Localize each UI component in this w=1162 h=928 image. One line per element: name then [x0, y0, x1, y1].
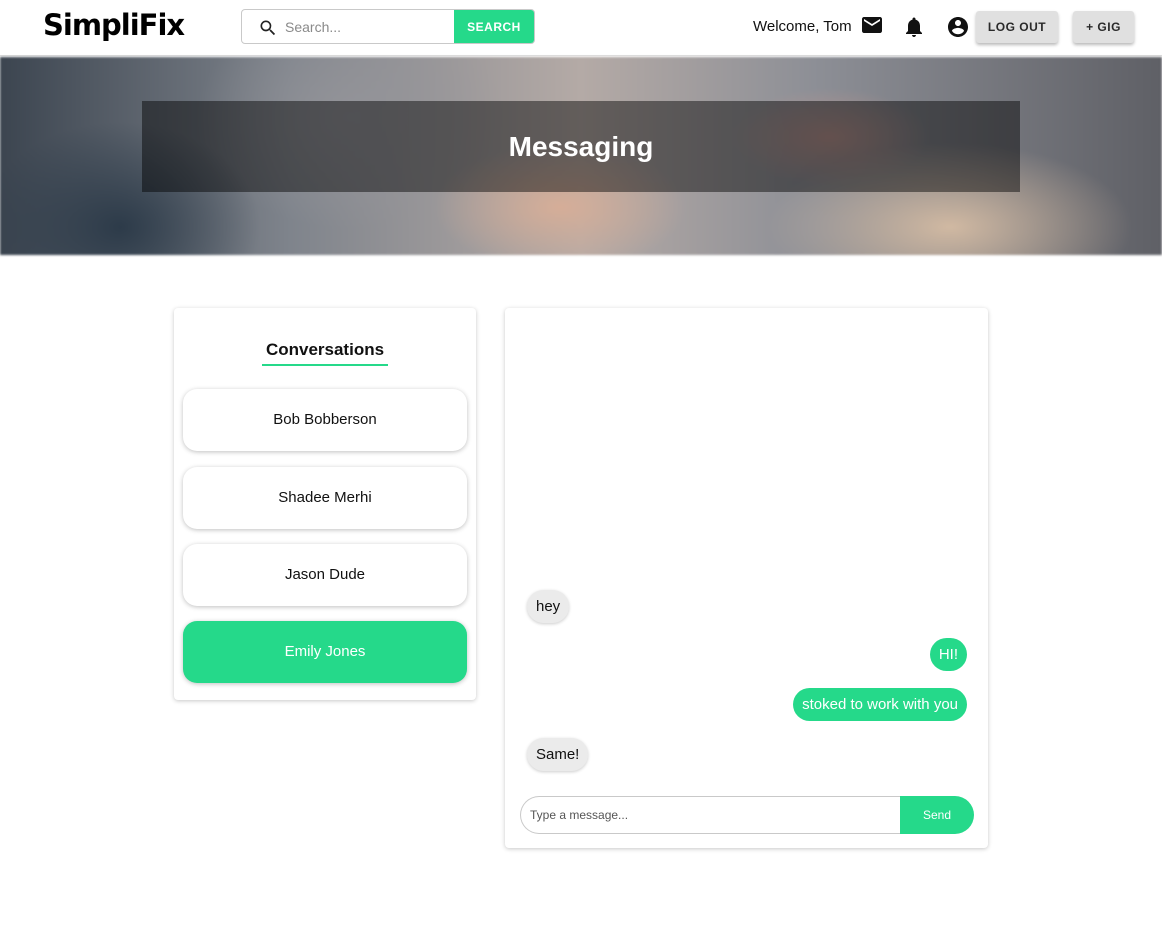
message-bubble-outgoing: HI! [929, 638, 967, 671]
logout-button[interactable]: LOG OUT [976, 11, 1058, 43]
conversation-item[interactable]: Jason Dude [183, 544, 467, 606]
logo[interactable]: SimpliFix [43, 8, 185, 42]
chat-panel: hey HI! stoked to work with you Same! Se… [505, 308, 988, 848]
bell-icon[interactable] [902, 15, 926, 39]
account-circle-icon[interactable] [946, 15, 970, 39]
search-input[interactable] [285, 10, 453, 43]
top-app-bar: SimpliFix SEARCH Welcome, Tom LOG OUT + … [0, 0, 1162, 56]
conversation-item[interactable]: Bob Bobberson [183, 389, 467, 451]
message-bubble-incoming: Same! [527, 738, 589, 771]
message-input[interactable] [520, 796, 901, 834]
mail-icon[interactable] [860, 13, 884, 37]
message-bubble-outgoing: stoked to work with you [793, 688, 967, 721]
welcome-text: Welcome, Tom [753, 18, 852, 35]
conversations-panel: Conversations Bob Bobberson Shadee Merhi… [174, 308, 476, 700]
search-bar: SEARCH [241, 9, 535, 44]
send-button[interactable]: Send [900, 796, 974, 834]
message-bubble-incoming: hey [527, 590, 570, 623]
add-gig-button[interactable]: + GIG [1073, 11, 1134, 43]
search-button[interactable]: SEARCH [454, 10, 534, 43]
conversation-item[interactable]: Shadee Merhi [183, 467, 467, 529]
conversations-heading: Conversations [265, 340, 385, 359]
search-icon [260, 20, 276, 36]
heading-underline [262, 364, 388, 366]
page-title: Messaging [508, 131, 654, 162]
conversation-item-active[interactable]: Emily Jones [183, 621, 467, 683]
